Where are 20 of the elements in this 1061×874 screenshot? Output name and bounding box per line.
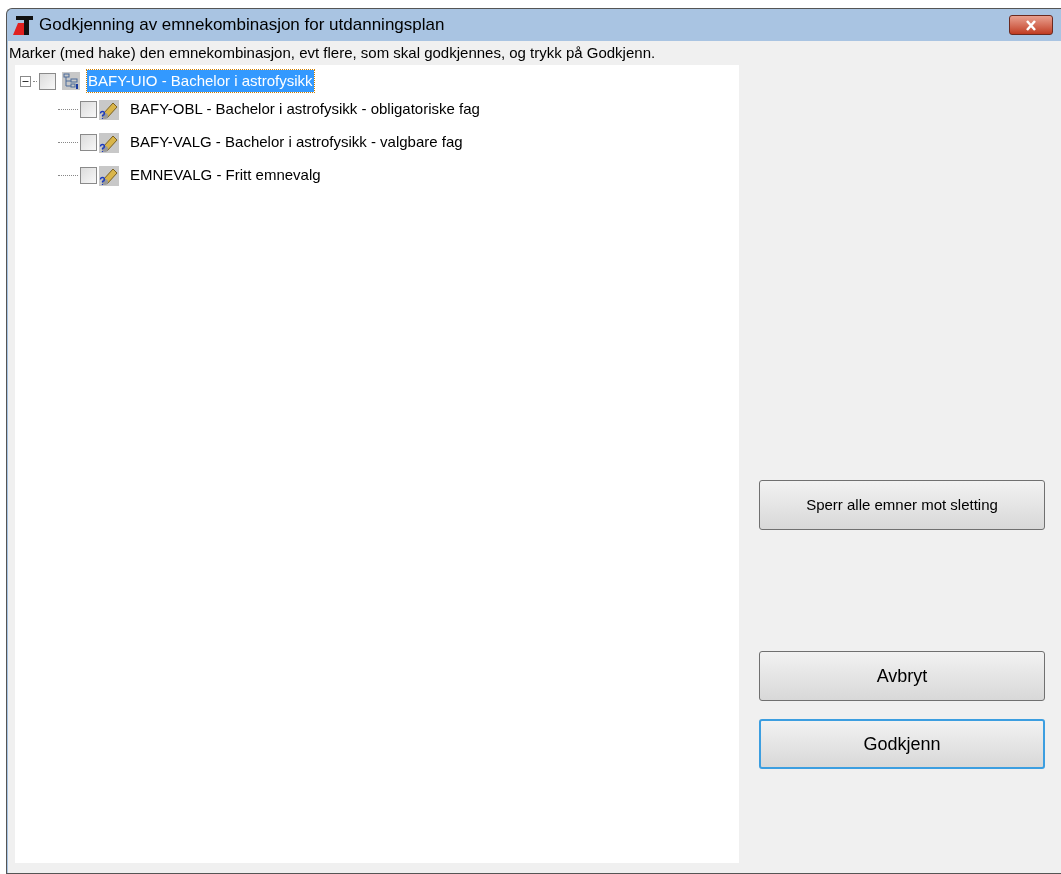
tree-item-label[interactable]: EMNEVALG - Fritt emnevalg [129, 164, 322, 187]
dialog-button[interactable]: Avbryt [759, 651, 1045, 701]
checkbox[interactable] [80, 134, 97, 151]
checkbox[interactable] [80, 101, 97, 118]
instruction-text: Marker (med hake) den emnekombinasjon, evt flere, som skal godkjennes, og trykk på Godkjenn. [8, 43, 657, 63]
tree-item-label[interactable]: BAFY-VALG - Bachelor i astrofysikk - valgbare fag [129, 131, 464, 154]
close-icon [1025, 19, 1037, 31]
dialog-button[interactable]: Godkjenn [759, 719, 1045, 769]
tree-item-label[interactable]: BAFY-OBL - Bachelor i astrofysikk - obligatoriske fag [129, 98, 481, 121]
checkbox[interactable] [80, 167, 97, 184]
close-button[interactable] [1009, 15, 1053, 35]
scroll-question-icon [99, 165, 119, 186]
collapse-toggle-icon[interactable] [20, 75, 31, 87]
scroll-question-icon [99, 132, 119, 153]
window-title: Godkjenning av emnekombinasjon for utdanningsplan [39, 14, 445, 37]
lock-button[interactable]: Sperr alle emner mot sletting [759, 480, 1045, 530]
app-logo-icon [12, 14, 34, 36]
scroll-question-icon [99, 99, 119, 120]
hierarchy-icon [62, 72, 80, 90]
checkbox[interactable] [39, 72, 56, 90]
